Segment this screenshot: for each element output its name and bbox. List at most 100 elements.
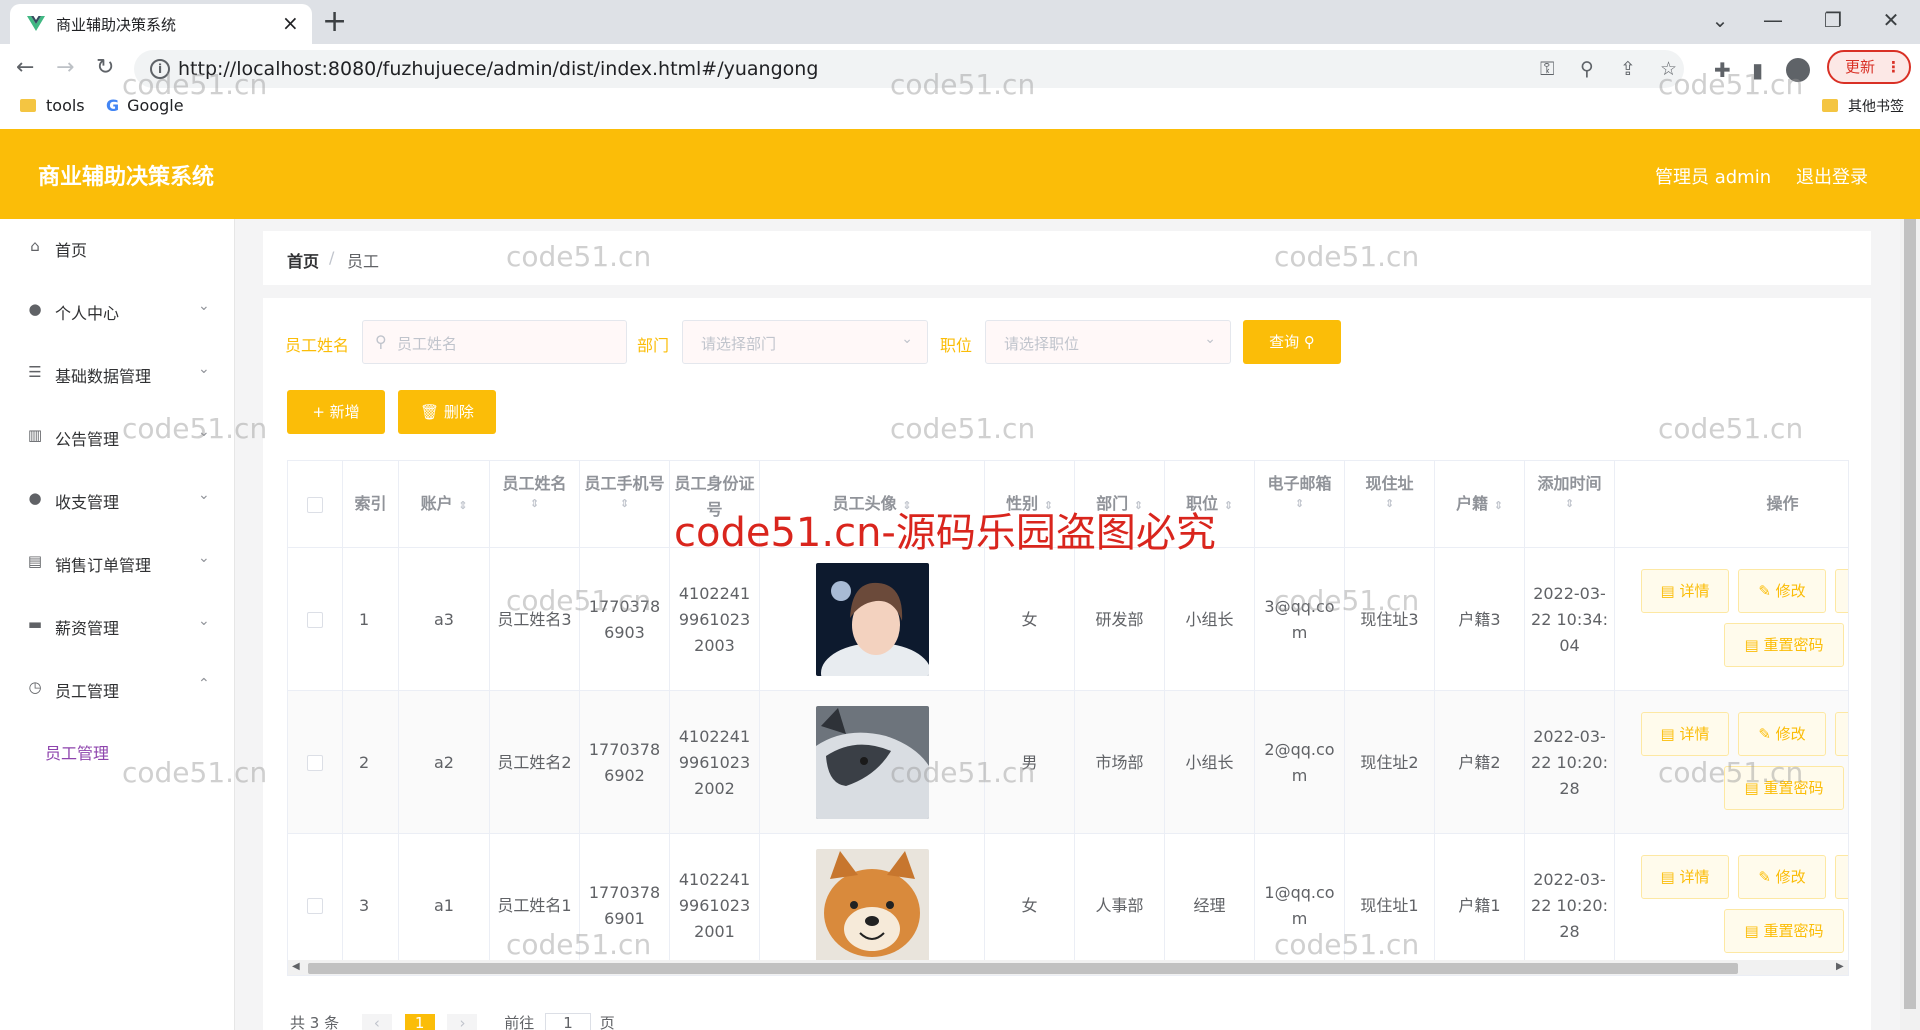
- detail-button[interactable]: ▤ 详情: [1641, 569, 1729, 613]
- sort-icon[interactable]: ⇕: [1044, 499, 1053, 512]
- next-page-icon[interactable]: ›: [447, 1014, 478, 1030]
- tab-search-chevron-icon[interactable]: ⌄: [1697, 6, 1743, 34]
- header-name[interactable]: 员工姓名 ⇕: [490, 461, 580, 548]
- window-close-icon[interactable]: ✕: [1868, 6, 1914, 34]
- header-avatar[interactable]: 员工头像 ⇕: [760, 461, 985, 548]
- header-dept[interactable]: 部门 ⇕: [1075, 461, 1165, 548]
- sort-icon[interactable]: ⇕: [490, 497, 579, 511]
- back-icon[interactable]: ←: [16, 54, 34, 82]
- sidebar-item-sales[interactable]: ▤ 销售订单管理 ⌄: [0, 534, 234, 590]
- sidebar-item-base-data[interactable]: ☰ 基础数据管理 ⌄: [0, 345, 234, 401]
- sort-icon[interactable]: ⇕: [1345, 497, 1434, 511]
- detail-button[interactable]: ▤ 详情: [1641, 712, 1729, 756]
- name-search-input[interactable]: ⚲ 员工姓名: [362, 320, 627, 364]
- profile-avatar-icon[interactable]: [1786, 58, 1810, 82]
- edit-button[interactable]: ✎ 修改: [1738, 569, 1826, 613]
- search-button[interactable]: 查询 ⚲: [1243, 320, 1341, 364]
- header-idcard[interactable]: 员工身份证号 ⇕: [670, 461, 760, 548]
- row-checkbox[interactable]: [307, 897, 323, 914]
- chevron-up-icon: ⌃: [198, 676, 210, 692]
- delete-button[interactable]: 🗑 删除: [398, 390, 496, 434]
- sidebar-item-finance[interactable]: ● 收支管理 ⌄: [0, 471, 234, 527]
- minimize-icon[interactable]: —: [1750, 6, 1796, 34]
- sort-icon[interactable]: ⇕: [1255, 497, 1344, 511]
- wallet-icon: ▬: [27, 615, 43, 633]
- url-bar[interactable]: i http://localhost:8080/fuzhujuece/admin…: [134, 50, 1684, 88]
- prev-page-icon[interactable]: ‹: [361, 1014, 392, 1030]
- row-checkbox[interactable]: [307, 611, 323, 628]
- sidebar-item-notice[interactable]: ▥ 公告管理 ⌄: [0, 408, 234, 464]
- scroll-left-icon[interactable]: ◀: [292, 961, 300, 972]
- horizontal-scrollbar[interactable]: ◀ ▶: [288, 960, 1848, 975]
- key-icon[interactable]: ⚿: [1540, 58, 1554, 80]
- browser-update-button[interactable]: 更新 ⋮: [1827, 50, 1911, 84]
- add-button[interactable]: + 新增: [287, 390, 385, 434]
- header-created[interactable]: 添加时间 ⇕: [1525, 461, 1615, 548]
- cell-idcard: 410224199610232002: [670, 691, 760, 834]
- row-checkbox[interactable]: [307, 754, 323, 771]
- side-panel-icon[interactable]: ▮: [1752, 59, 1763, 81]
- browser-tab[interactable]: 商业辅助决策系统 ×: [10, 4, 312, 44]
- scroll-right-icon[interactable]: ▶: [1836, 961, 1844, 972]
- sidebar-item-profile[interactable]: ● 个人中心 ⌄: [0, 282, 234, 338]
- sidebar-item-employee[interactable]: ◷ 员工管理 ⌃: [0, 660, 234, 716]
- sort-icon[interactable]: ⇕: [670, 523, 759, 537]
- restore-icon[interactable]: ❐: [1810, 6, 1856, 34]
- detail-button[interactable]: ▤ 详情: [1641, 855, 1729, 899]
- position-select[interactable]: 请选择职位 ⌄: [985, 320, 1231, 364]
- dept-select[interactable]: 请选择部门 ⌄: [682, 320, 928, 364]
- sort-icon[interactable]: ⇕: [580, 497, 669, 511]
- more-button[interactable]: [1835, 712, 1848, 756]
- breadcrumb-home[interactable]: 首页: [287, 248, 319, 272]
- extensions-icon[interactable]: ✚: [1714, 59, 1731, 81]
- breadcrumb-current: 员工: [347, 252, 380, 271]
- url-text[interactable]: http://localhost:8080/fuzhujuece/admin/d…: [178, 58, 818, 80]
- sidebar-item-home[interactable]: ⌂ 首页: [0, 219, 234, 275]
- scrollbar-thumb[interactable]: [1904, 219, 1916, 1009]
- page-number[interactable]: 1: [404, 1014, 435, 1030]
- sidebar-subitem-employee[interactable]: 员工管理: [0, 726, 234, 776]
- header-address[interactable]: 现住址 ⇕: [1345, 461, 1435, 548]
- header-hometown[interactable]: 户籍 ⇕: [1435, 461, 1525, 548]
- reset-password-button[interactable]: ▤ 重置密码: [1724, 766, 1844, 810]
- sort-icon[interactable]: ⇕: [1134, 499, 1143, 512]
- edit-button[interactable]: ✎ 修改: [1738, 855, 1826, 899]
- bookmark-star-icon[interactable]: ☆: [1660, 58, 1677, 80]
- employee-photo-husky[interactable]: [815, 706, 929, 819]
- bookmark-google[interactable]: G Google: [106, 96, 184, 115]
- header-position[interactable]: 职位 ⇕: [1165, 461, 1255, 548]
- select-all-checkbox[interactable]: [307, 497, 323, 513]
- goto-page-input[interactable]: 1: [545, 1013, 592, 1030]
- zoom-icon[interactable]: ⚲: [1580, 58, 1594, 80]
- reload-icon[interactable]: ↻: [96, 54, 114, 82]
- tab-close-icon[interactable]: ×: [282, 11, 299, 35]
- edit-button[interactable]: ✎ 修改: [1738, 712, 1826, 756]
- header-phone[interactable]: 员工手机号 ⇕: [580, 461, 670, 548]
- employee-photo-boy[interactable]: [815, 563, 929, 676]
- logout-link[interactable]: 退出登录: [1796, 163, 1868, 189]
- reset-password-button[interactable]: ▤ 重置密码: [1724, 623, 1844, 667]
- header-select-all: [288, 461, 343, 548]
- new-tab-icon[interactable]: +: [322, 6, 347, 38]
- employee-photo-shiba[interactable]: [815, 849, 929, 962]
- forward-icon[interactable]: →: [56, 54, 74, 82]
- sort-icon[interactable]: ⇕: [1224, 499, 1233, 512]
- sort-icon[interactable]: ⇕: [458, 499, 467, 512]
- reset-password-button[interactable]: ▤ 重置密码: [1724, 909, 1844, 953]
- site-info-icon[interactable]: i: [150, 59, 170, 79]
- current-user[interactable]: 管理员 admin: [1655, 163, 1771, 189]
- header-email[interactable]: 电子邮箱 ⇕: [1255, 461, 1345, 548]
- sort-icon[interactable]: ⇕: [1494, 499, 1503, 512]
- sort-icon[interactable]: ⇕: [902, 499, 911, 512]
- other-bookmarks[interactable]: 其他书签: [1822, 96, 1904, 116]
- header-account[interactable]: 账户 ⇕: [399, 461, 490, 548]
- sort-icon[interactable]: ⇕: [1525, 497, 1614, 511]
- bookmark-tools[interactable]: tools: [20, 96, 85, 115]
- page-vertical-scrollbar[interactable]: [1900, 219, 1920, 1030]
- more-button[interactable]: [1835, 855, 1848, 899]
- sidebar-item-salary[interactable]: ▬ 薪资管理 ⌄: [0, 597, 234, 653]
- more-button[interactable]: [1835, 569, 1848, 613]
- header-gender[interactable]: 性别 ⇕: [985, 461, 1075, 548]
- share-icon[interactable]: ⇪: [1620, 58, 1636, 80]
- scrollbar-thumb[interactable]: [308, 963, 1738, 974]
